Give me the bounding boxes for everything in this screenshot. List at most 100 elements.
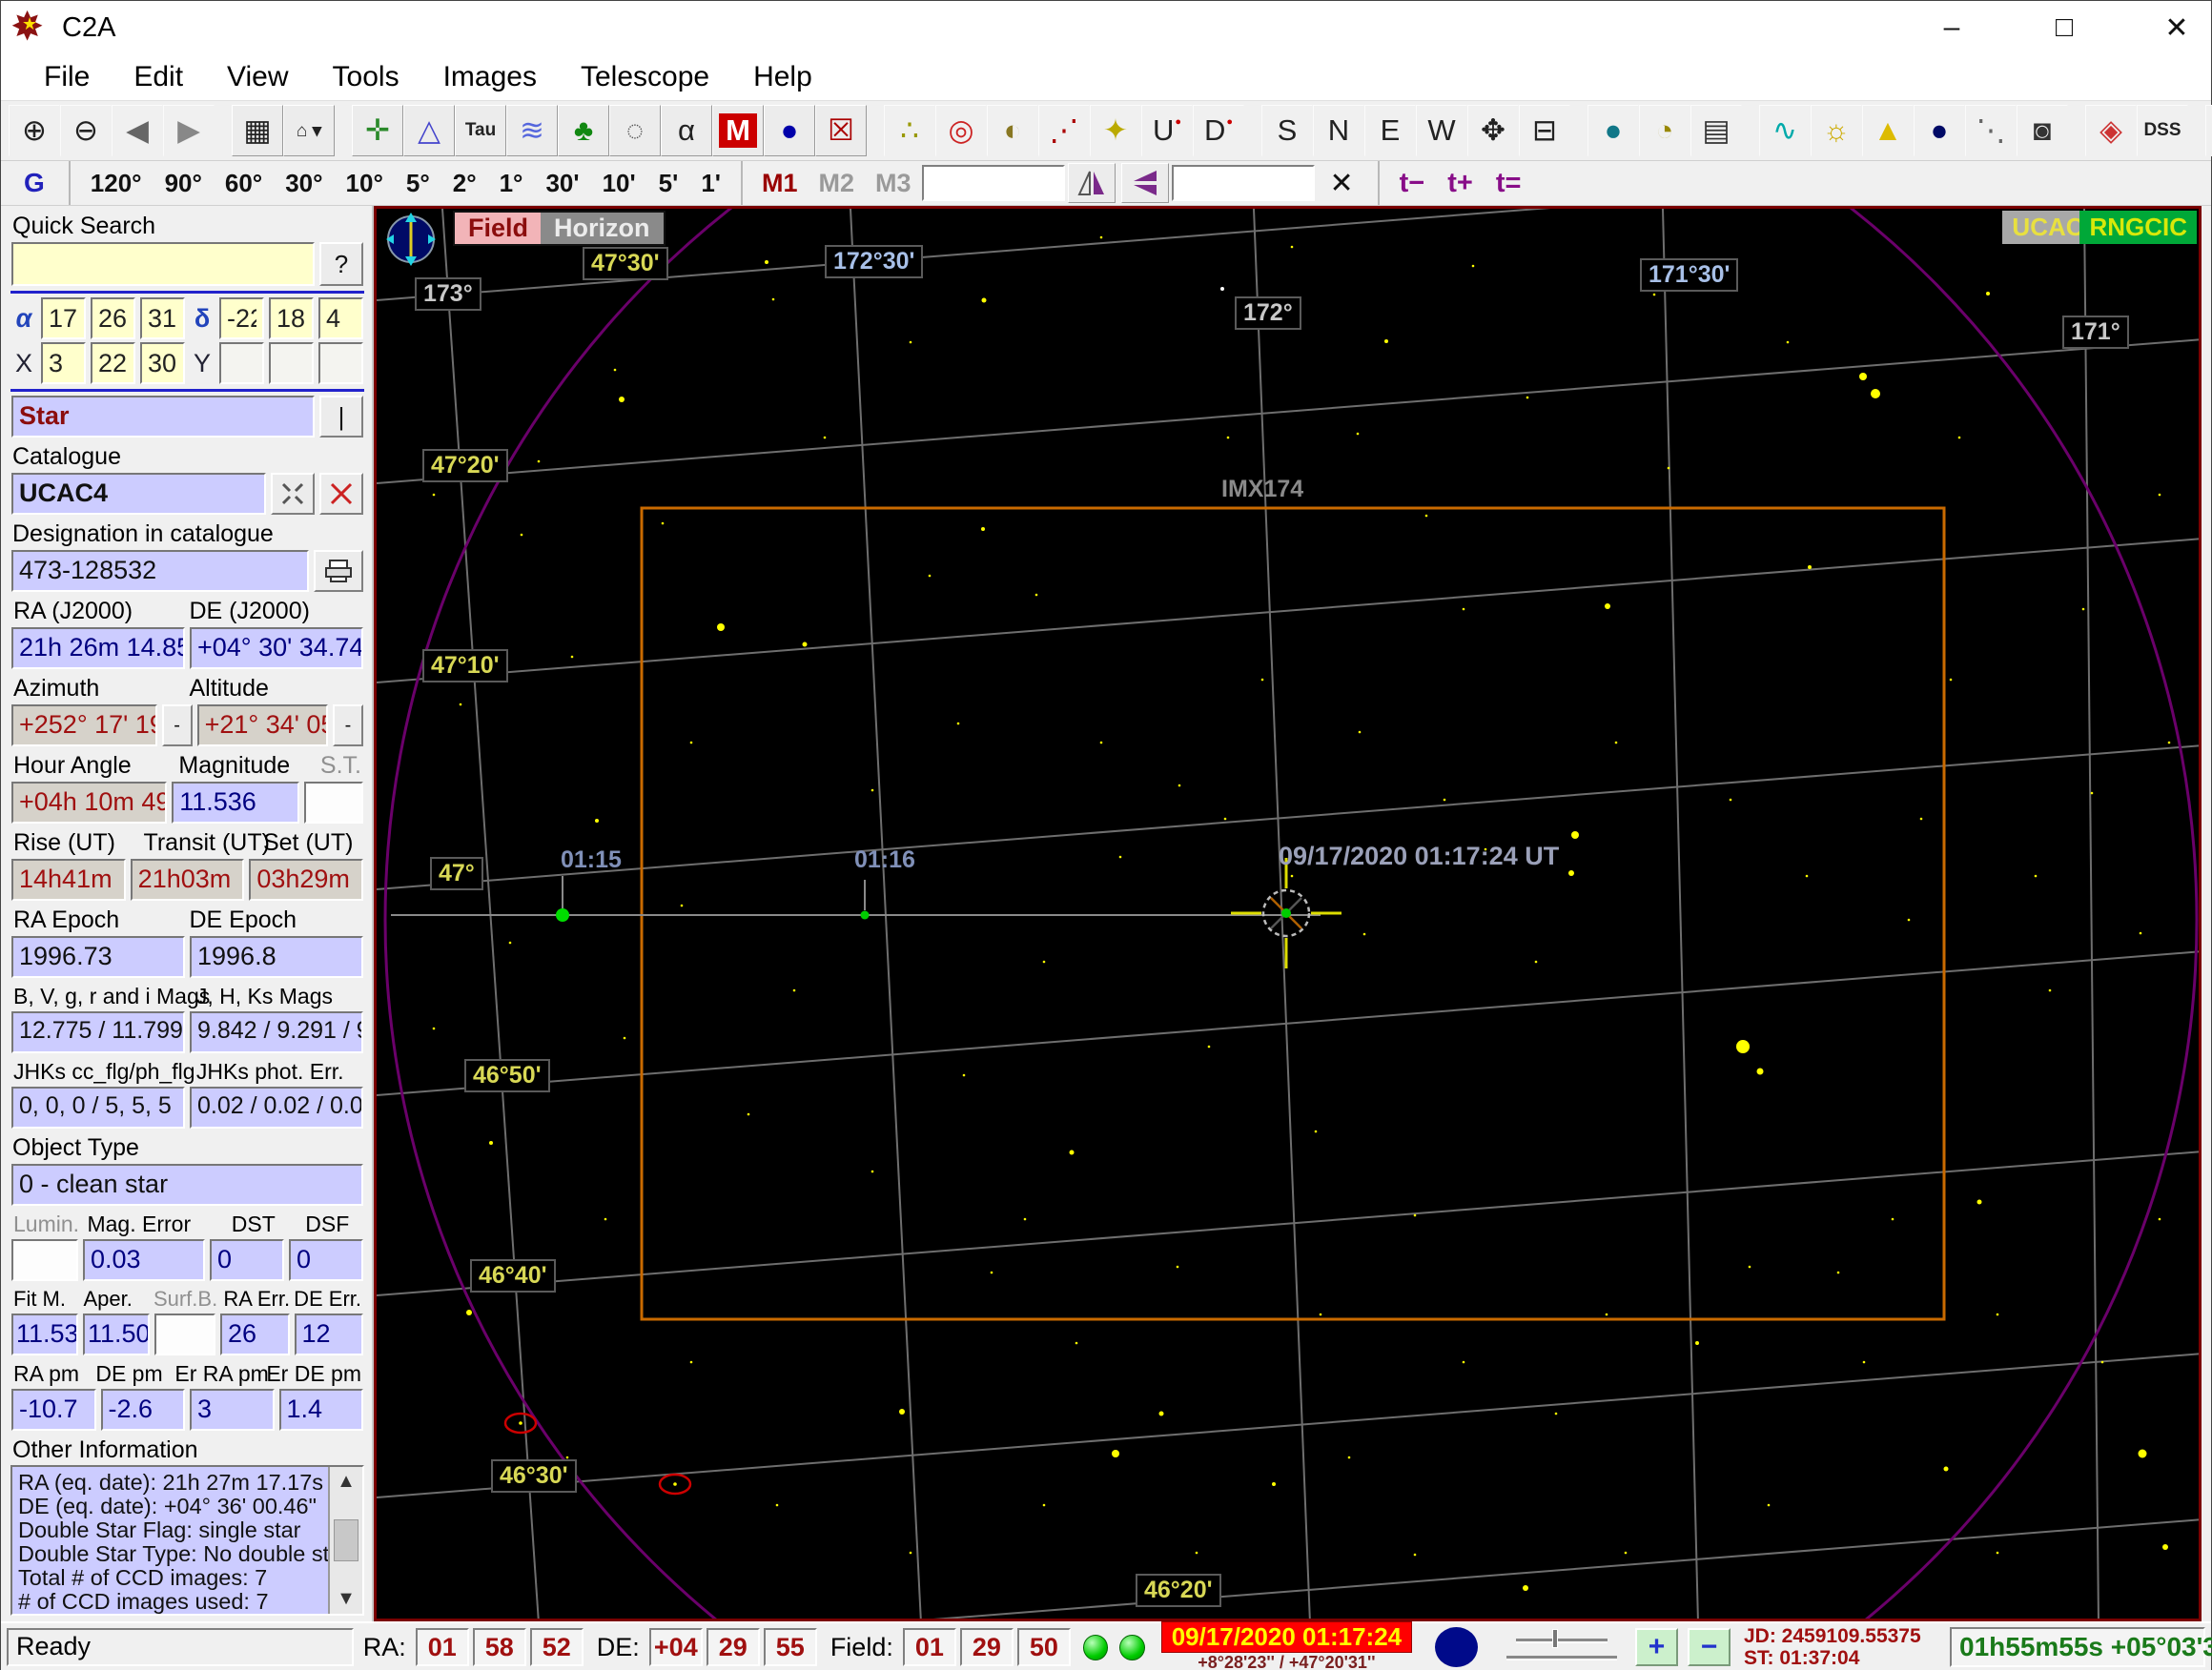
scroll-up-icon[interactable]: ▲ — [337, 1467, 356, 1497]
constellation-lines-icon[interactable]: △ — [403, 105, 455, 156]
altitude-options-button[interactable]: - — [333, 704, 363, 746]
fov-preset-2deg[interactable]: 2° — [441, 169, 488, 198]
marker-button-m3[interactable]: M3 — [865, 169, 922, 198]
asteroids-icon[interactable]: ⋰ — [1038, 105, 1090, 156]
catalogue-badge-rngcic[interactable]: RNGCIC — [2079, 211, 2197, 244]
field-digit-box[interactable]: 01 — [902, 1628, 956, 1666]
moon-phase-icon[interactable]: ◐ — [987, 105, 1038, 156]
pan-view-icon[interactable]: ✥ — [1467, 105, 1519, 156]
de-digit-box[interactable]: 29 — [706, 1628, 760, 1666]
landscape-icon[interactable]: ♣ — [558, 105, 609, 156]
clock-icon[interactable]: ◔ — [1639, 105, 1690, 156]
fov-preset-60deg[interactable]: 60° — [214, 169, 274, 198]
time-plus-button[interactable]: + — [1634, 1628, 1678, 1666]
x-coord-input[interactable] — [140, 342, 185, 384]
fov-preset-10deg[interactable]: 10° — [335, 169, 395, 198]
delta-coord-input[interactable] — [219, 297, 264, 339]
direction-west-icon[interactable]: W — [1416, 105, 1467, 156]
previous-object-button[interactable] — [271, 473, 315, 515]
camera-icon[interactable]: ◙ — [2017, 105, 2068, 156]
time-minus-button[interactable]: − — [1687, 1628, 1731, 1666]
fov-preset-10min[interactable]: 10' — [591, 169, 647, 198]
time-step-button-+[interactable]: t+ — [1436, 168, 1485, 199]
telescope-control-icon[interactable]: ☑ — [2205, 105, 2212, 156]
delta-coord-input[interactable] — [318, 297, 363, 339]
marker-button-m1[interactable]: M1 — [751, 169, 809, 198]
twilight-icon[interactable]: ▲ — [1862, 105, 1914, 156]
info-scrollbar[interactable]: ▲ ▼ — [328, 1467, 362, 1614]
close-button[interactable]: ✕ — [2156, 11, 2198, 45]
object-pin-button[interactable]: | — [319, 396, 363, 438]
alpha-coord-input[interactable] — [41, 297, 86, 339]
history-back-icon[interactable]: ◀ — [112, 105, 163, 156]
sky-chart[interactable]: Field Horizon UCAC4 RNGCIC IMX174 09/17/… — [374, 206, 2202, 1621]
grid-icon[interactable]: ▦ — [232, 105, 283, 156]
chart-settings-icon[interactable]: ▤ — [1690, 105, 1742, 156]
marker-search-input[interactable] — [921, 165, 1065, 201]
next-object-button[interactable] — [319, 473, 363, 515]
field-circle-icon[interactable]: ◌ — [609, 105, 661, 156]
field-digit-box[interactable]: 50 — [1016, 1628, 1071, 1666]
double-stars-icon[interactable]: ∴ — [884, 105, 935, 156]
azimuth-options-button[interactable]: - — [161, 704, 193, 746]
menu-item-images[interactable]: Images — [421, 61, 559, 93]
maximize-button[interactable]: □ — [2043, 11, 2085, 44]
direction-south-icon[interactable]: S — [1261, 105, 1313, 156]
time-step-button-−[interactable]: t− — [1388, 168, 1437, 199]
scroll-down-icon[interactable]: ▼ — [337, 1584, 356, 1614]
search-help-button[interactable]: ? — [319, 242, 363, 286]
menu-item-help[interactable]: Help — [731, 61, 834, 93]
direction-north-icon[interactable]: N — [1313, 105, 1364, 156]
observatory-dome-icon[interactable]: ⌂ ▾ — [283, 105, 335, 156]
y-coord-input[interactable] — [318, 342, 363, 384]
ra-digit-box[interactable]: 01 — [415, 1628, 469, 1666]
time-step-button-=[interactable]: t= — [1485, 168, 1533, 199]
x-coord-input[interactable] — [41, 342, 86, 384]
variable-stars-icon[interactable]: ∿ — [1759, 105, 1811, 156]
de-digit-box[interactable]: 55 — [763, 1628, 817, 1666]
horizon-view-icon[interactable]: ⊟ — [1519, 105, 1570, 156]
flip-horizontal-icon[interactable] — [1067, 163, 1116, 203]
planet-d-icon[interactable]: D ● — [1193, 105, 1244, 156]
fov-preset-90deg[interactable]: 90° — [154, 169, 214, 198]
flip-vertical-icon[interactable] — [1120, 163, 1169, 203]
fov-preset-1min[interactable]: 1' — [689, 169, 732, 198]
scroll-thumb[interactable] — [334, 1519, 358, 1561]
deep-sky-icon[interactable]: ● — [764, 105, 815, 156]
ra-digit-box[interactable]: 52 — [529, 1628, 584, 1666]
earth-map-icon[interactable]: ● — [1587, 105, 1639, 156]
milky-way-icon[interactable]: ≋ — [506, 105, 558, 156]
ra-digit-box[interactable]: 58 — [472, 1628, 526, 1666]
time-speed-slider[interactable] — [1499, 1627, 1622, 1667]
fov-preset-5deg[interactable]: 5° — [395, 169, 441, 198]
quick-search-input[interactable] — [11, 242, 315, 286]
alpha-coord-input[interactable] — [91, 297, 135, 339]
tab-horizon[interactable]: Horizon — [541, 211, 666, 246]
constellation-names-icon[interactable]: Tau — [455, 105, 506, 156]
alpha-coord-input[interactable] — [140, 297, 185, 339]
comets-icon[interactable]: ✦ — [1090, 105, 1141, 156]
delta-coord-input[interactable] — [269, 297, 314, 339]
zoom-in-icon[interactable]: ⊕ — [9, 105, 60, 156]
tab-field[interactable]: Field — [453, 211, 544, 246]
sun-icon[interactable]: ☼ — [1811, 105, 1862, 156]
fov-preset-30min[interactable]: 30' — [534, 169, 590, 198]
marker-button-m2[interactable]: M2 — [809, 169, 866, 198]
object-goto-input[interactable] — [1171, 165, 1315, 201]
print-button[interactable] — [314, 550, 363, 592]
de-digit-box[interactable]: +04 — [648, 1628, 703, 1666]
crossed-frame-icon[interactable]: ☒ — [815, 105, 867, 156]
menu-item-telescope[interactable]: Telescope — [559, 61, 731, 93]
y-coord-input[interactable] — [269, 342, 314, 384]
minimize-button[interactable]: – — [1931, 11, 1973, 44]
night-vision-icon[interactable]: ● — [1914, 105, 1965, 156]
field-digit-box[interactable]: 29 — [959, 1628, 1014, 1666]
menu-item-file[interactable]: File — [22, 61, 112, 93]
zoom-out-icon[interactable]: ⊖ — [60, 105, 112, 156]
y-coord-input[interactable] — [219, 342, 264, 384]
history-forward-icon[interactable]: ▶ — [163, 105, 215, 156]
dss-image-icon[interactable]: DSS — [2137, 105, 2188, 156]
guide-toggle-button[interactable]: G — [9, 168, 60, 198]
clear-button[interactable]: ✕ — [1315, 167, 1369, 200]
greek-letters-icon[interactable]: α — [661, 105, 712, 156]
